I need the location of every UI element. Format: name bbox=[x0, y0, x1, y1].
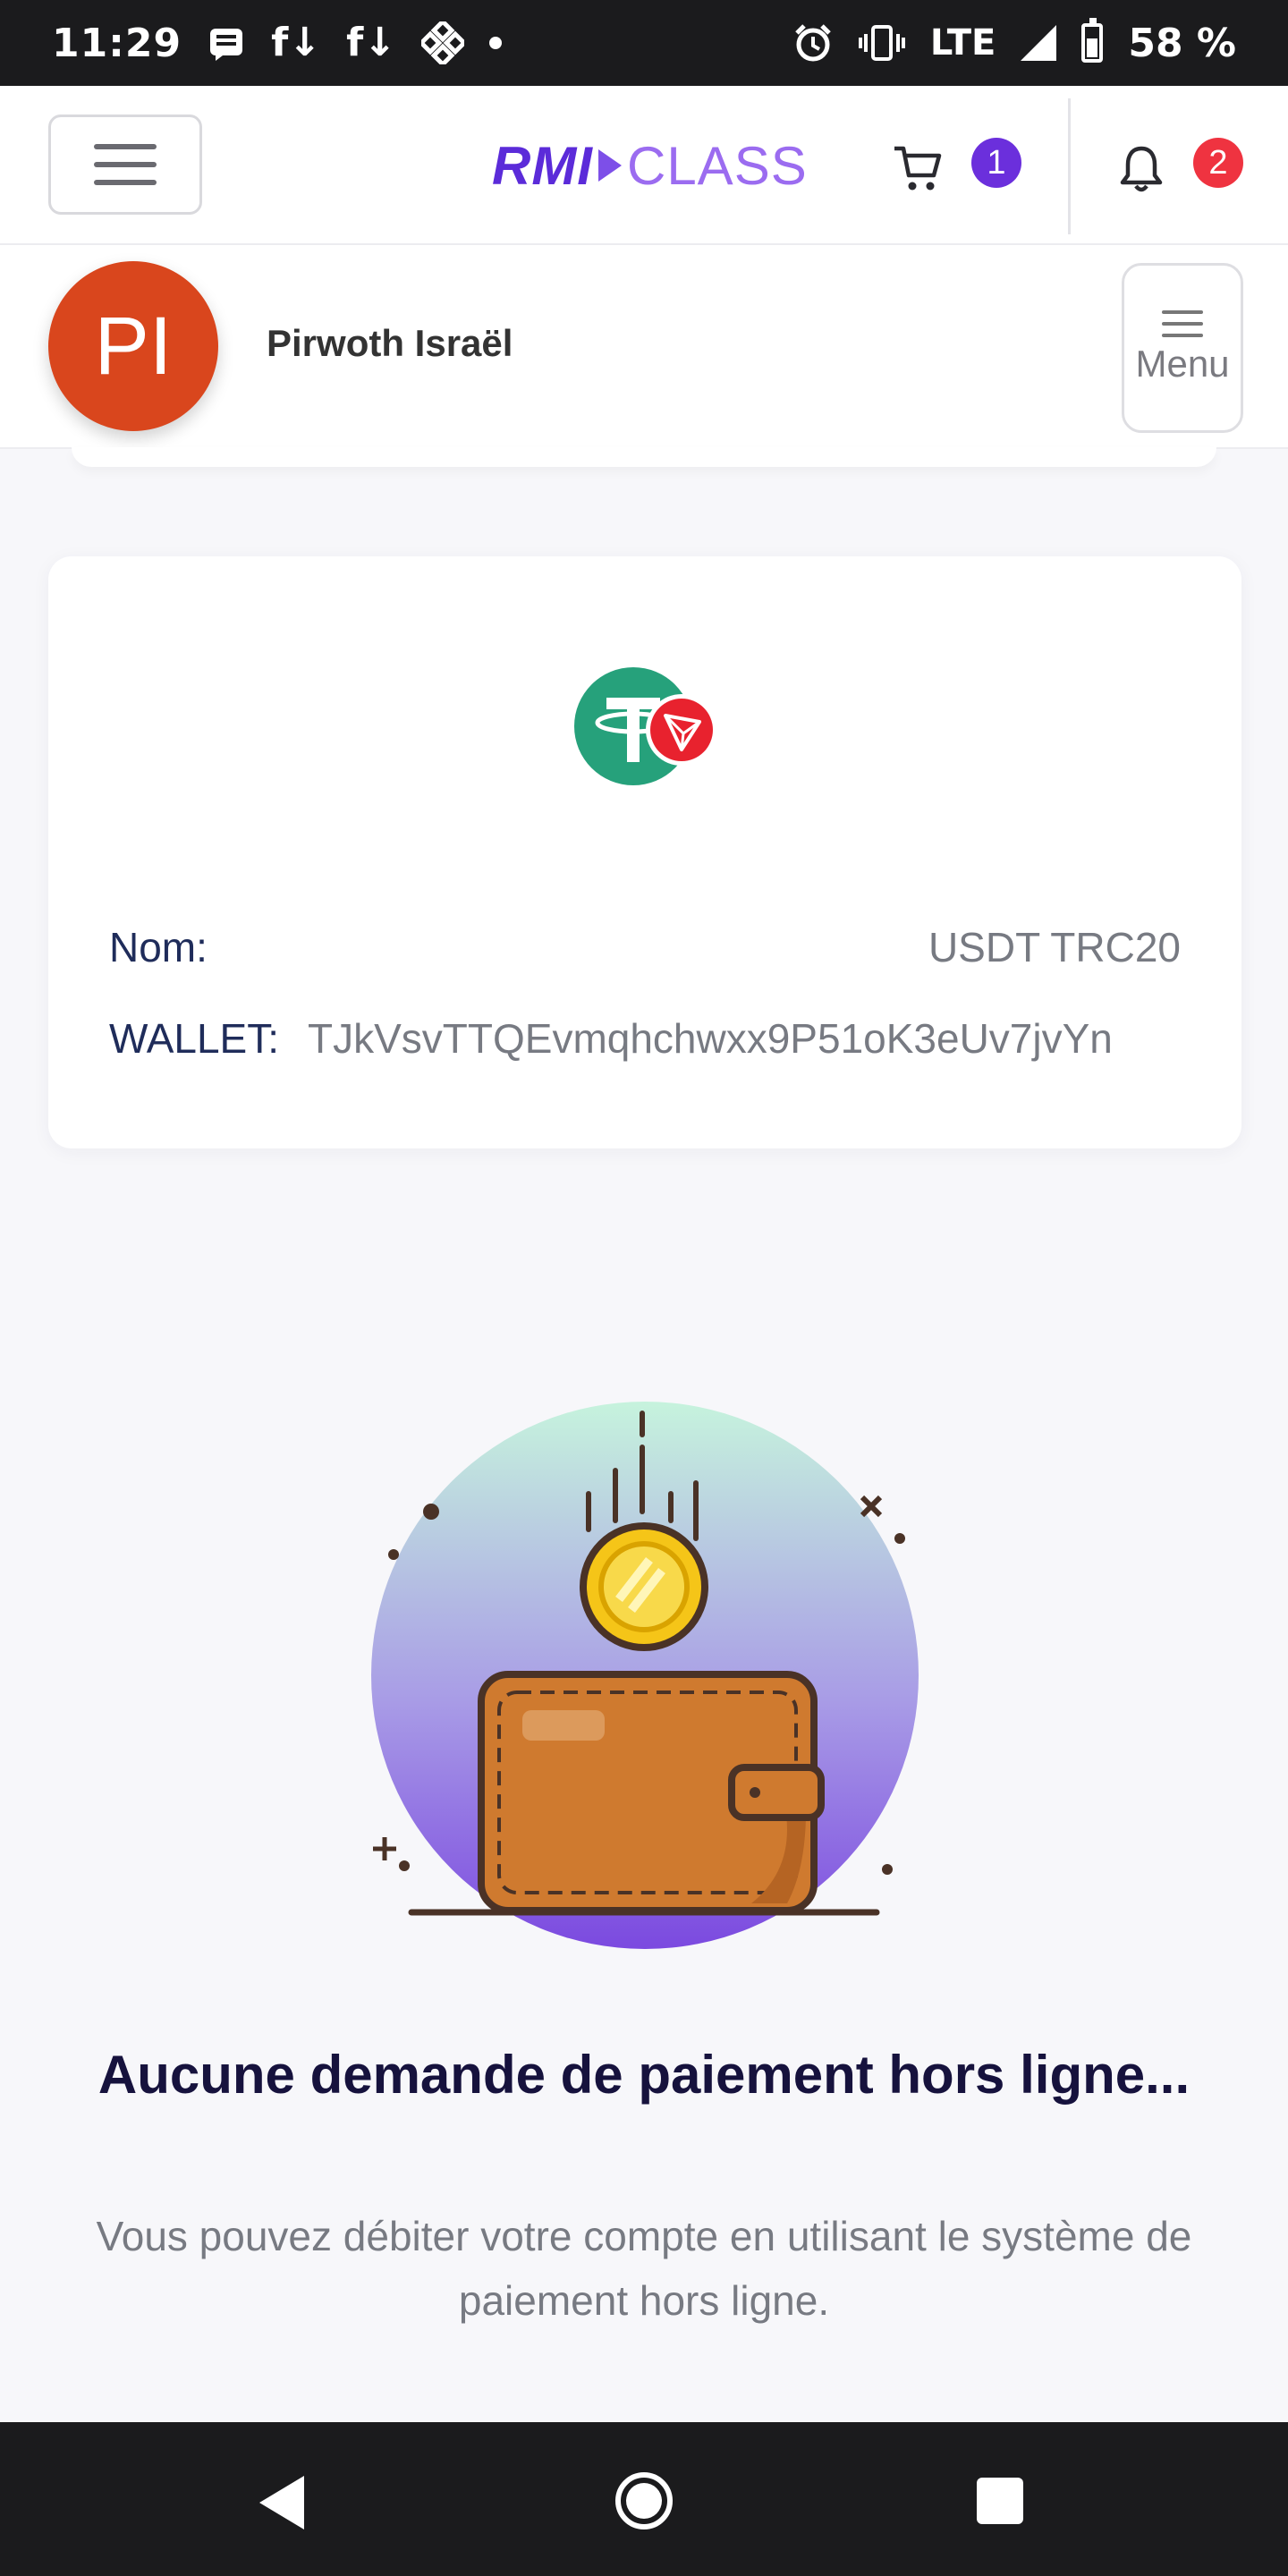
sidebar-toggle-button[interactable] bbox=[48, 114, 202, 215]
header-divider bbox=[1068, 98, 1071, 234]
empty-state-title: Aucune demande de paiement hors ligne... bbox=[97, 2045, 1191, 2105]
cart-icon[interactable] bbox=[891, 141, 945, 195]
cart-count-badge: 1 bbox=[971, 138, 1021, 188]
menu-button[interactable]: Menu bbox=[1122, 263, 1243, 433]
avatar[interactable]: PI bbox=[48, 261, 218, 431]
bell-icon[interactable] bbox=[1116, 141, 1166, 195]
empty-state-text: Vous pouvez débiter votre compte en util… bbox=[96, 2213, 1192, 2324]
wallet-address[interactable]: TJkVsvTTQEvmqhchwxx9P51oK3eUv7jvYn bbox=[308, 1014, 1113, 1063]
menu-icon bbox=[1162, 310, 1203, 337]
recents-icon[interactable] bbox=[977, 2478, 1023, 2524]
battery-percent: 58 % bbox=[1128, 20, 1236, 66]
facebook-download-icon: f↓ bbox=[346, 20, 397, 65]
home-icon[interactable] bbox=[615, 2472, 673, 2529]
more-notifications-dot bbox=[489, 37, 503, 49]
status-bar-right: LTE 58 % bbox=[792, 18, 1236, 66]
previous-card-edge bbox=[72, 447, 1216, 467]
status-bar: 11:29 f↓ f↓ LTE 58 % bbox=[0, 0, 1288, 86]
wallet-label: WALLET: bbox=[109, 1015, 280, 1062]
wallet-coin-illustration bbox=[371, 1402, 919, 1949]
token-logo bbox=[571, 633, 717, 819]
usdt-tron-icon bbox=[574, 667, 717, 785]
signal-icon bbox=[1021, 25, 1057, 61]
status-bar-left: 11:29 f↓ f↓ bbox=[52, 20, 503, 66]
menu-label: Menu bbox=[1135, 343, 1230, 385]
status-time: 11:29 bbox=[52, 20, 182, 66]
wallet-card: Nom: USDT TRC20 WALLET: TJkVsvTTQEvmqhch… bbox=[48, 556, 1241, 1148]
profile-bar: PI Pirwoth Israël Menu bbox=[0, 245, 1288, 449]
navigation-bar bbox=[0, 2422, 1288, 2576]
brand-logo[interactable]: RMI CLASS bbox=[492, 134, 808, 197]
brand-logo-rmi: RMI bbox=[492, 135, 593, 196]
user-name: Pirwoth Israël bbox=[267, 322, 513, 364]
brand-logo-class: CLASS bbox=[626, 135, 808, 196]
name-label: Nom: bbox=[109, 924, 208, 970]
hamburger-line bbox=[94, 144, 157, 149]
back-icon[interactable] bbox=[259, 2476, 304, 2529]
vibrate-icon bbox=[858, 25, 905, 61]
battery-icon bbox=[1081, 18, 1104, 63]
message-icon bbox=[210, 29, 243, 61]
play-icon bbox=[597, 149, 622, 182]
network-type: LTE bbox=[929, 22, 996, 64]
facebook-download-icon: f↓ bbox=[271, 20, 322, 65]
alarm-icon bbox=[795, 24, 831, 62]
notification-count-badge: 2 bbox=[1193, 138, 1243, 188]
hamburger-line bbox=[94, 162, 157, 167]
hamburger-line bbox=[94, 180, 157, 185]
binance-icon bbox=[421, 21, 465, 64]
wallet-clasp bbox=[728, 1764, 825, 1821]
name-value: USDT TRC20 bbox=[928, 924, 1181, 970]
